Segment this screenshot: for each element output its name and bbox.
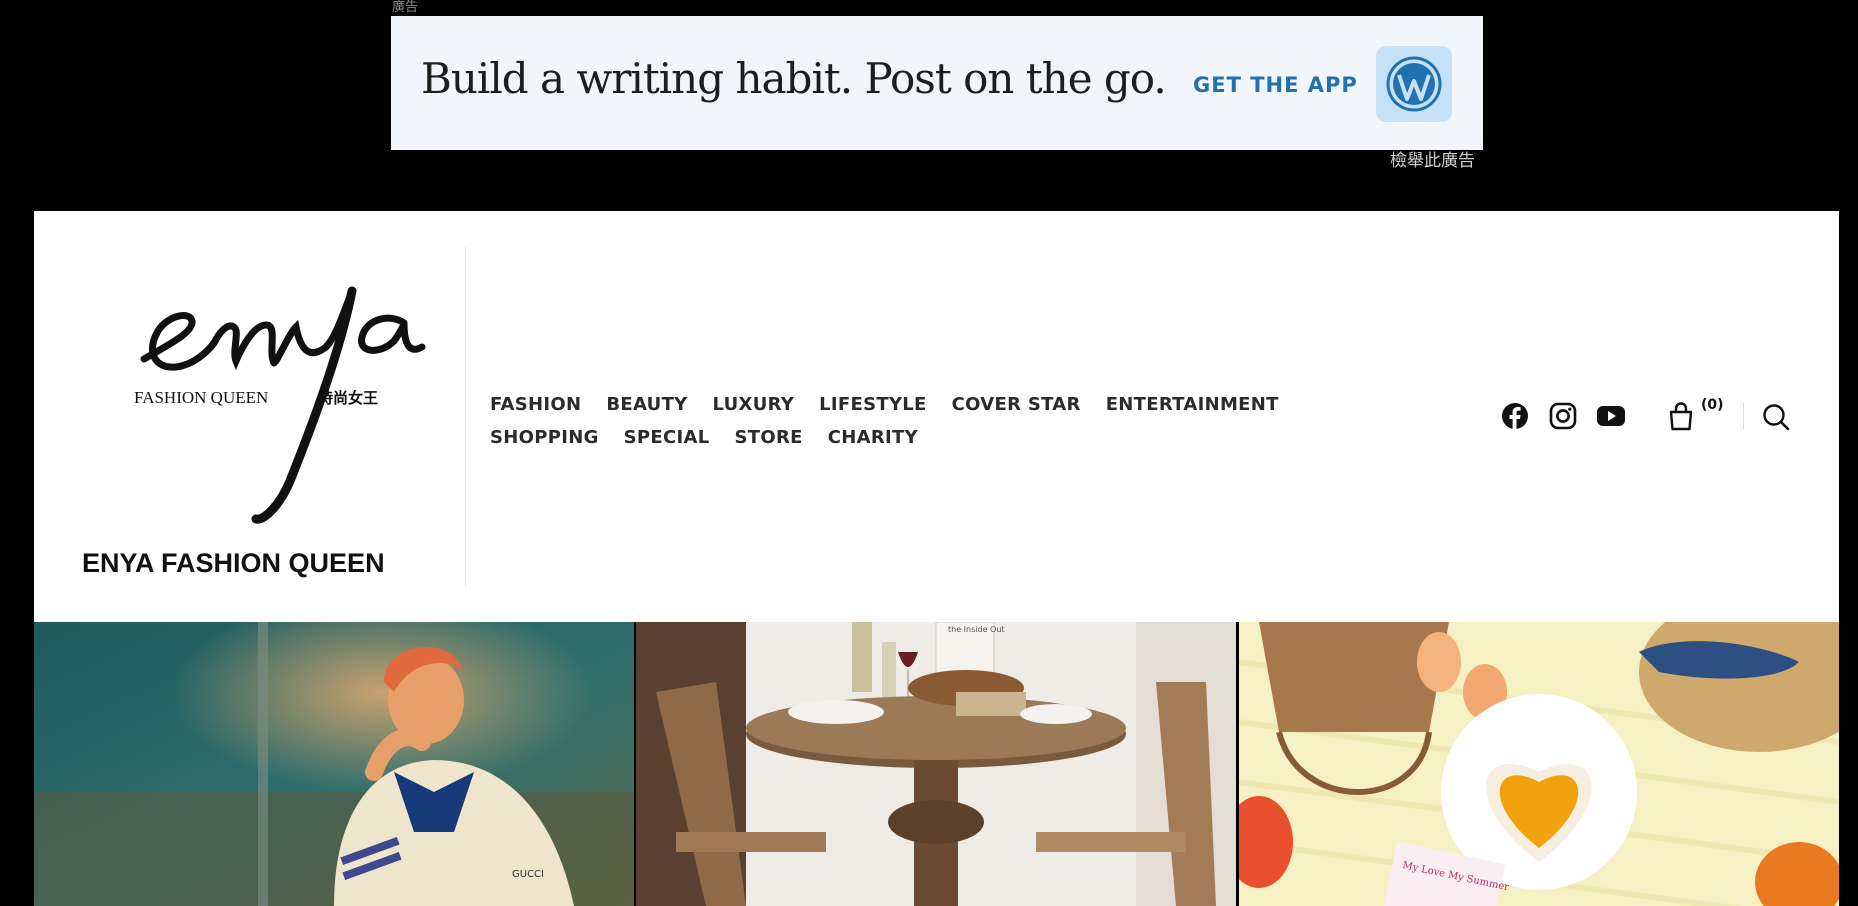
ad-headline: Build a writing habit. Post on the go.: [421, 54, 1167, 103]
featured-tile-fashion[interactable]: GUCCI: [34, 622, 634, 906]
nav-item-beauty[interactable]: BEAUTY: [606, 394, 687, 415]
nav-item-store[interactable]: STORE: [735, 427, 803, 448]
cart-button[interactable]: (0): [1667, 397, 1727, 435]
shopping-bag-icon: [1669, 402, 1693, 431]
featured-tile-lifestyle[interactable]: the Inside Out: [636, 622, 1237, 906]
menu-sign-text: the Inside Out: [948, 625, 1005, 634]
ad-label: 廣告: [392, 0, 419, 15]
site-header: FASHION QUEEN 時尚女王 ENYA FASHION QUEEN FA…: [34, 211, 1839, 622]
jacket-logo-text: GUCCI: [512, 869, 544, 880]
ad-banner[interactable]: Build a writing habit. Post on the go. G…: [391, 16, 1483, 150]
youtube-icon[interactable]: [1596, 401, 1626, 431]
nav-row-1: FASHION BEAUTY LUXURY LIFESTYLE COVER ST…: [490, 388, 1290, 421]
search-button[interactable]: [1761, 402, 1791, 432]
search-icon: [1763, 404, 1790, 431]
cart-count: (0): [1701, 397, 1724, 413]
nav-row-2: SHOPPING SPECIAL STORE CHARITY: [490, 421, 1290, 454]
site-title[interactable]: ENYA FASHION QUEEN: [82, 548, 385, 579]
nav-item-luxury[interactable]: LUXURY: [712, 394, 794, 415]
logo-tagline-cn: 時尚女王: [318, 389, 378, 407]
get-app-button[interactable]: GET THE APP: [1193, 73, 1358, 97]
site-logo[interactable]: FASHION QUEEN 時尚女王: [104, 251, 444, 541]
nav-item-cover-star[interactable]: COVER STAR: [952, 394, 1081, 415]
facebook-icon[interactable]: [1500, 401, 1530, 431]
featured-tile-beauty[interactable]: My Love My Summer: [1238, 622, 1839, 906]
wordpress-logo-icon[interactable]: [1376, 46, 1452, 122]
nav-item-special[interactable]: SPECIAL: [624, 427, 710, 448]
header-divider: [465, 247, 466, 587]
instagram-icon[interactable]: [1548, 401, 1578, 431]
social-links: [1500, 401, 1644, 431]
report-ad-link[interactable]: 檢舉此廣告: [1390, 146, 1475, 171]
nav-item-shopping[interactable]: SHOPPING: [490, 427, 599, 448]
logo-tagline: FASHION QUEEN: [134, 388, 268, 407]
nav-item-charity[interactable]: CHARITY: [828, 427, 918, 448]
toolbar-divider: [1743, 402, 1744, 430]
nav-item-fashion[interactable]: FASHION: [490, 394, 581, 415]
nav-item-lifestyle[interactable]: LIFESTYLE: [819, 394, 927, 415]
primary-navigation: FASHION BEAUTY LUXURY LIFESTYLE COVER ST…: [490, 388, 1290, 454]
featured-tiles: GUCCI the Inside Out My Love My Summer: [34, 622, 1839, 906]
nav-item-entertainment[interactable]: ENTERTAINMENT: [1106, 394, 1279, 415]
